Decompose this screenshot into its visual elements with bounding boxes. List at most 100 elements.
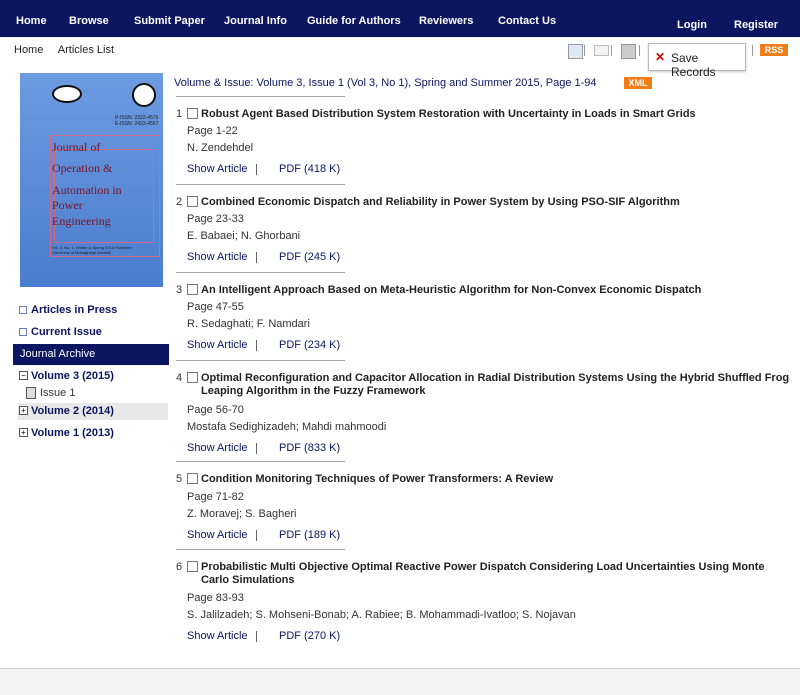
xml-button[interactable]: XML [624, 77, 652, 89]
pdf-link[interactable]: PDF (234 K) [279, 339, 340, 351]
divider [176, 549, 345, 550]
volume-label: Volume 1 (2013) [31, 427, 114, 439]
toolbar-divider [611, 45, 612, 56]
pdf-link[interactable]: PDF (418 K) [279, 163, 340, 175]
show-article-link[interactable]: Show Article [187, 251, 248, 263]
cover-logo-icon [52, 85, 82, 103]
article-checkbox[interactable] [187, 561, 198, 572]
article-checkbox[interactable] [187, 196, 198, 207]
article-pages: Page 56-70 [187, 404, 244, 416]
cover-title-line: Engineering [52, 214, 111, 228]
journal-archive-header: Journal Archive [13, 344, 169, 365]
cover-volume-text: Vol. 3, No. 1, Winter & Spring 2015 Publ… [52, 245, 132, 255]
article-checkbox[interactable] [187, 372, 198, 383]
article-checkbox[interactable] [187, 108, 198, 119]
login-link[interactable]: Login [677, 19, 707, 31]
cover-issn: P-ISSN: 2322-4576 E-ISSN: 2423-4567 [115, 115, 159, 127]
sidebar-link-label: Current Issue [31, 326, 102, 338]
horizontal-scrollbar[interactable] [0, 668, 800, 695]
toolbar-divider [752, 45, 753, 56]
nav-browse[interactable]: Browse [69, 15, 109, 27]
collapse-icon[interactable]: − [19, 371, 28, 380]
rss-button[interactable]: RSS [760, 44, 788, 56]
toolbar-divider [584, 45, 585, 56]
nav-reviewers[interactable]: Reviewers [419, 15, 473, 27]
show-article-link[interactable]: Show Article [187, 339, 248, 351]
page-icon [19, 328, 27, 336]
nav-submit-paper[interactable]: Submit Paper [134, 15, 205, 27]
article-title[interactable]: An Intelligent Approach Based on Meta-He… [201, 284, 791, 297]
expand-icon[interactable]: + [19, 406, 28, 415]
article-number: 1 [176, 108, 183, 120]
breadcrumb-home[interactable]: Home [14, 44, 43, 56]
export-icon[interactable] [568, 44, 583, 59]
divider [176, 360, 345, 361]
article-checkbox[interactable] [187, 284, 198, 295]
article-checkbox[interactable] [187, 473, 198, 484]
article-title[interactable]: Combined Economic Dispatch and Reliabili… [201, 196, 791, 209]
nav-home[interactable]: Home [16, 15, 47, 27]
save-records-label: Save Records [671, 51, 716, 79]
article-title[interactable]: Probabilistic Multi Objective Optimal Re… [201, 561, 791, 587]
email-icon[interactable] [594, 45, 609, 56]
breadcrumb-articles-list[interactable]: Articles List [58, 44, 114, 56]
article-authors: N. Zendehdel [187, 142, 254, 154]
article-number: 2 [176, 196, 183, 208]
article-title[interactable]: Optimal Reconfiguration and Capacitor Al… [201, 372, 791, 398]
link-divider [256, 164, 257, 175]
print-icon[interactable] [621, 44, 636, 59]
cover-title-line: Automation in [52, 183, 122, 197]
link-divider [256, 530, 257, 541]
link-divider [256, 631, 257, 642]
article-number: 3 [176, 284, 183, 296]
article-pages: Page 47-55 [187, 301, 244, 313]
link-divider [256, 252, 257, 263]
article-pages: Page 23-33 [187, 213, 244, 225]
nav-guide-for-authors[interactable]: Guide for Authors [307, 15, 401, 27]
show-article-link[interactable]: Show Article [187, 529, 248, 541]
show-article-link[interactable]: Show Article [187, 163, 248, 175]
volume-label: Volume 2 (2014) [31, 405, 114, 417]
divider [176, 184, 345, 185]
article-title[interactable]: Robust Agent Based Distribution System R… [201, 108, 791, 121]
nav-contact-us[interactable]: Contact Us [498, 15, 556, 27]
expand-icon[interactable]: + [19, 428, 28, 437]
article-authors: S. Jalilzadeh; S. Mohseni-Bonab; A. Rabi… [187, 609, 576, 621]
sidebar-link-label: Articles in Press [31, 304, 118, 316]
cover-title-line: Operation & [52, 161, 113, 175]
divider [176, 272, 345, 273]
save-records-button[interactable]: ✕ Save Records [648, 43, 746, 79]
cover-title-line: Journal of [52, 140, 101, 154]
article-pages: Page 71-82 [187, 491, 244, 503]
divider [176, 461, 345, 462]
article-authors: Z. Moravej; S. Bagheri [187, 508, 297, 520]
journal-cover-image[interactable]: P-ISSN: 2322-4576 E-ISSN: 2423-4567 Jour… [20, 73, 163, 287]
nav-journal-info[interactable]: Journal Info [224, 15, 287, 27]
article-authors: Mostafa Sedighizadeh; Mahdi mahmoodi [187, 421, 387, 433]
volume-1-toggle[interactable]: + Volume 1 (2013) [18, 425, 168, 442]
toolbar-divider [639, 45, 640, 56]
page-icon [19, 306, 27, 314]
article-pages: Page 83-93 [187, 592, 244, 604]
link-divider [256, 340, 257, 351]
pdf-link[interactable]: PDF (189 K) [279, 529, 340, 541]
show-article-link[interactable]: Show Article [187, 442, 248, 454]
close-icon: ✕ [655, 50, 666, 64]
cover-title-line: Power [52, 198, 83, 212]
article-title[interactable]: Condition Monitoring Techniques of Power… [201, 473, 791, 486]
link-divider [256, 443, 257, 454]
volume-2-toggle[interactable]: + Volume 2 (2014) [18, 403, 168, 420]
pdf-link[interactable]: PDF (245 K) [279, 251, 340, 263]
volume-3-toggle[interactable]: − Volume 3 (2015) [18, 368, 168, 385]
university-seal-icon [132, 83, 156, 107]
register-link[interactable]: Register [734, 19, 778, 31]
pdf-link[interactable]: PDF (833 K) [279, 442, 340, 454]
article-pages: Page 1-22 [187, 125, 238, 137]
top-nav: Home Browse Submit Paper Journal Info Gu… [0, 0, 800, 37]
article-number: 6 [176, 561, 183, 573]
show-article-link[interactable]: Show Article [187, 630, 248, 642]
issue-icon [26, 387, 36, 399]
issue-label: Issue 1 [40, 387, 76, 399]
pdf-link[interactable]: PDF (270 K) [279, 630, 340, 642]
article-number: 4 [176, 372, 183, 384]
